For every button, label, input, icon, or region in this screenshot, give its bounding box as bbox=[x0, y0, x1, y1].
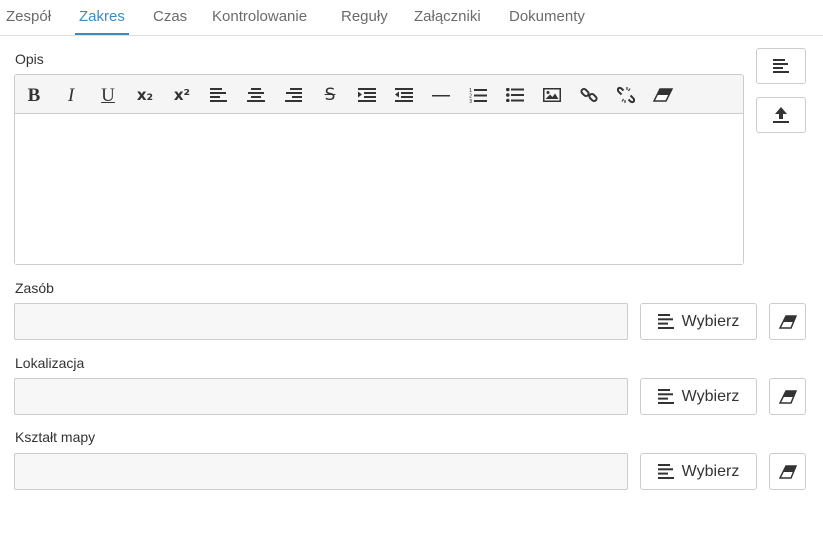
superscript-icon: x² bbox=[173, 85, 191, 104]
remove-link-button[interactable] bbox=[613, 82, 639, 108]
indent-icon bbox=[358, 88, 376, 102]
choose-button-label: Wybierz bbox=[681, 387, 740, 405]
eraser-icon bbox=[778, 389, 797, 404]
location-clear-button[interactable] bbox=[769, 378, 806, 415]
horizontal-rule-button[interactable] bbox=[428, 82, 454, 108]
list-icon bbox=[657, 464, 674, 479]
tab-zalaczniki[interactable]: Załączniki bbox=[414, 7, 481, 27]
list-icon bbox=[657, 389, 674, 404]
ordered-list-icon: 1 2 3 bbox=[469, 88, 487, 103]
tab-bar: Zespół Zakres Czas Kontrolowanie Reguły … bbox=[0, 0, 823, 36]
rich-text-editor: B I U x₂ x² S 1 2 3 bbox=[14, 74, 744, 265]
clear-formatting-button[interactable] bbox=[650, 82, 676, 108]
outdent-icon bbox=[395, 88, 413, 102]
italic-button[interactable]: I bbox=[58, 82, 84, 108]
location-choose-button[interactable]: Wybierz bbox=[640, 378, 757, 415]
align-center-icon bbox=[247, 88, 265, 102]
tab-reguly[interactable]: Reguły bbox=[341, 7, 388, 27]
bold-button[interactable]: B bbox=[21, 82, 47, 108]
bold-icon: B bbox=[27, 84, 41, 106]
strikethrough-button[interactable]: S bbox=[317, 82, 343, 108]
list-icon bbox=[657, 314, 674, 329]
insert-image-button[interactable] bbox=[539, 82, 565, 108]
upload-icon bbox=[773, 107, 789, 123]
map-shape-input[interactable] bbox=[14, 453, 628, 490]
template-button[interactable] bbox=[756, 48, 806, 84]
map-shape-choose-button[interactable]: Wybierz bbox=[640, 453, 757, 490]
ordered-list-button[interactable]: 1 2 3 bbox=[465, 82, 491, 108]
editor-content[interactable] bbox=[15, 114, 743, 264]
link-icon bbox=[580, 87, 598, 103]
horizontal-rule-icon bbox=[432, 95, 450, 97]
resource-input[interactable] bbox=[14, 303, 628, 340]
unordered-list-button[interactable] bbox=[502, 82, 528, 108]
align-right-icon bbox=[285, 88, 302, 102]
resource-label: Zasób bbox=[15, 280, 54, 296]
eraser-icon bbox=[778, 464, 797, 479]
image-icon bbox=[543, 88, 561, 102]
tab-zakres[interactable]: Zakres bbox=[79, 7, 125, 27]
italic-icon: I bbox=[67, 84, 75, 106]
eraser-icon bbox=[653, 88, 673, 102]
tab-zespol[interactable]: Zespół bbox=[6, 7, 51, 27]
resource-clear-button[interactable] bbox=[769, 303, 806, 340]
active-tab-indicator bbox=[75, 33, 129, 35]
choose-button-label: Wybierz bbox=[681, 312, 740, 330]
resource-choose-button[interactable]: Wybierz bbox=[640, 303, 757, 340]
align-left-icon bbox=[210, 88, 227, 102]
location-input[interactable] bbox=[14, 378, 628, 415]
insert-link-button[interactable] bbox=[576, 82, 602, 108]
align-right-button[interactable] bbox=[280, 82, 306, 108]
choose-button-label: Wybierz bbox=[681, 462, 740, 480]
map-shape-clear-button[interactable] bbox=[769, 453, 806, 490]
unlink-icon bbox=[617, 86, 635, 104]
editor-toolbar: B I U x₂ x² S 1 2 3 bbox=[15, 75, 743, 114]
tab-kontrolowanie[interactable]: Kontrolowanie bbox=[212, 7, 307, 27]
upload-button[interactable] bbox=[756, 97, 806, 133]
align-left-button[interactable] bbox=[206, 82, 232, 108]
subscript-icon: x₂ bbox=[136, 85, 154, 104]
tab-dokumenty[interactable]: Dokumenty bbox=[509, 7, 585, 27]
location-label: Lokalizacja bbox=[15, 355, 85, 371]
superscript-button[interactable]: x² bbox=[169, 82, 195, 108]
unordered-list-icon bbox=[506, 88, 524, 102]
subscript-button[interactable]: x₂ bbox=[132, 82, 158, 108]
underline-button[interactable]: U bbox=[95, 82, 121, 108]
svg-text:3: 3 bbox=[469, 99, 472, 103]
underline-icon: U bbox=[101, 84, 115, 106]
strikethrough-icon: S bbox=[324, 84, 336, 105]
eraser-icon bbox=[778, 314, 797, 329]
description-label: Opis bbox=[15, 51, 44, 67]
outdent-button[interactable] bbox=[391, 82, 417, 108]
tab-czas[interactable]: Czas bbox=[153, 7, 187, 27]
map-shape-label: Kształt mapy bbox=[15, 429, 96, 445]
align-center-button[interactable] bbox=[243, 82, 269, 108]
list-icon bbox=[773, 59, 789, 73]
indent-button[interactable] bbox=[354, 82, 380, 108]
